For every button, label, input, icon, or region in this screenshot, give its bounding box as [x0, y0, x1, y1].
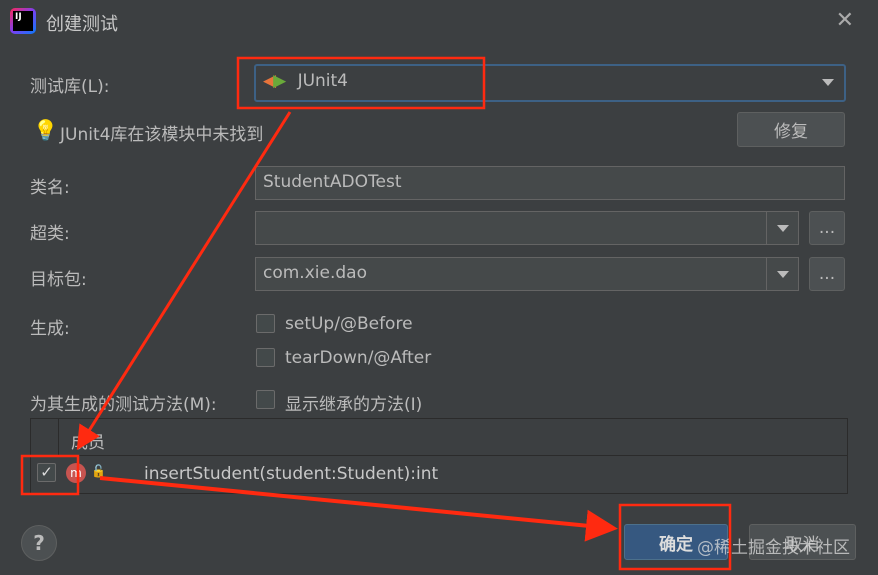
chevron-down-icon — [776, 270, 789, 278]
method-name: insertStudent(student:Student):int — [144, 464, 439, 484]
class-name-input[interactable]: StudentADOTest — [255, 166, 845, 200]
close-icon[interactable]: ✕ — [836, 8, 854, 33]
column-header-members: 成员 — [71, 433, 105, 453]
library-select[interactable]: ◀▶ JUnit4 — [254, 64, 846, 102]
intellij-logo: IJ — [10, 8, 36, 34]
class-name-label: 类名: — [30, 178, 70, 198]
setup-checkbox[interactable] — [256, 314, 275, 333]
package-combo[interactable]: com.xie.dao — [255, 257, 799, 291]
show-inherited-label: 显示继承的方法(I) — [285, 395, 423, 415]
warning-text: JUnit4库在该模块中未找到 — [60, 125, 264, 145]
teardown-label: tearDown/@After — [285, 348, 432, 368]
methods-label: 为其生成的测试方法(M): — [30, 395, 217, 415]
members-table: 成员 ✓ m 🔓 insertStudent(student:Student):… — [30, 418, 848, 494]
package-browse-button[interactable]: ... — [809, 257, 845, 291]
show-inherited-checkbox[interactable] — [256, 390, 275, 409]
public-lock-icon: 🔓 — [91, 464, 106, 478]
library-label: 测试库(L): — [30, 77, 110, 97]
chevron-down-icon — [822, 79, 834, 86]
chevron-down-icon — [776, 224, 789, 232]
help-button[interactable]: ? — [21, 525, 57, 561]
method-checkbox[interactable]: ✓ — [37, 463, 56, 482]
table-row[interactable]: ✓ m 🔓 insertStudent(student:Student):int — [31, 456, 847, 493]
setup-label: setUp/@Before — [285, 314, 413, 334]
method-icon: m — [66, 463, 86, 483]
fix-button[interactable]: 修复 — [737, 112, 845, 147]
package-label: 目标包: — [30, 270, 87, 290]
superclass-browse-button[interactable]: ... — [809, 211, 845, 245]
watermark: @稀土掘金技术社区 — [697, 538, 850, 558]
teardown-checkbox[interactable] — [256, 348, 275, 367]
dialog-title: 创建测试 — [46, 14, 118, 35]
superclass-label: 超类: — [30, 224, 70, 244]
generate-label: 生成: — [30, 319, 70, 339]
lightbulb-icon: 💡 — [33, 118, 58, 142]
superclass-combo[interactable] — [255, 211, 799, 245]
